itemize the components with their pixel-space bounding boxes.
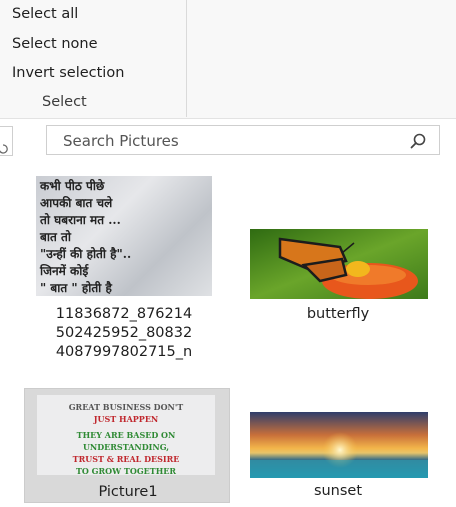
ribbon-select-group: Select all Select none Invert selection …	[0, 0, 456, 119]
search-box[interactable]	[46, 125, 440, 156]
invert-selection-button[interactable]: Invert selection	[12, 65, 124, 81]
file-thumbnail	[250, 229, 428, 299]
file-name: 11836872_876214 502425952_80832 40879978…	[24, 305, 224, 362]
thumb-text-line: बात तो	[40, 230, 71, 244]
thumb-text-line: कभी पीठ पीछे	[40, 179, 105, 193]
thumb-text-line: TO GROW TOGETHER	[75, 466, 177, 475]
thumb-text-line: JUST HAPPEN	[93, 414, 159, 424]
search-icon[interactable]	[409, 132, 427, 150]
file-thumbnail: कभी पीठ पीछे आपकी बात चले तो घबराना मत .…	[36, 176, 212, 296]
thumb-text-line: तो घबराना मत ...	[40, 213, 121, 227]
file-thumbnail: GREAT BUSINESS DON'T JUST HAPPEN THEY AR…	[37, 395, 215, 475]
file-item-sunset[interactable]: sunset	[238, 388, 438, 503]
ribbon-group-label: Select	[42, 94, 87, 110]
search-input[interactable]	[47, 126, 405, 156]
file-item-picture1[interactable]: GREAT BUSINESS DON'T JUST HAPPEN THEY AR…	[24, 388, 230, 503]
refresh-icon[interactable]	[0, 136, 8, 154]
file-name: sunset	[313, 483, 363, 499]
file-item-quote[interactable]: कभी पीठ पीछे आपकी बात चले तो घबराना मत .…	[24, 170, 224, 370]
select-all-button[interactable]: Select all	[12, 6, 78, 22]
thumb-text-line: आपकी बात चले	[40, 196, 113, 210]
file-name: butterfly	[306, 306, 370, 322]
thumb-text-line: " बात " होती है	[40, 281, 112, 295]
thumb-text-line: TRUST & REAL DESIRE	[72, 454, 180, 464]
thumb-text-line: "उन्हीं की होती है"..	[40, 247, 132, 261]
address-bar-edge[interactable]	[0, 126, 13, 156]
file-thumbnail	[250, 412, 428, 478]
file-name-line: 502425952_80832	[55, 325, 193, 341]
thumb-text-line: GREAT BUSINESS DON'T	[68, 402, 184, 412]
thumb-text-line: THEY ARE BASED ON	[76, 430, 176, 440]
file-item-butterfly[interactable]: butterfly	[238, 170, 438, 370]
file-name: Picture1	[98, 484, 158, 500]
select-none-button[interactable]: Select none	[12, 36, 98, 52]
thumb-text-line: जिनमें कोई	[40, 264, 89, 278]
ribbon-divider	[186, 0, 187, 117]
file-name-line: 11836872_876214	[55, 306, 193, 322]
file-name-line: 4087997802715_n	[55, 344, 193, 360]
thumb-text-line: UNDERSTANDING,	[82, 442, 170, 452]
